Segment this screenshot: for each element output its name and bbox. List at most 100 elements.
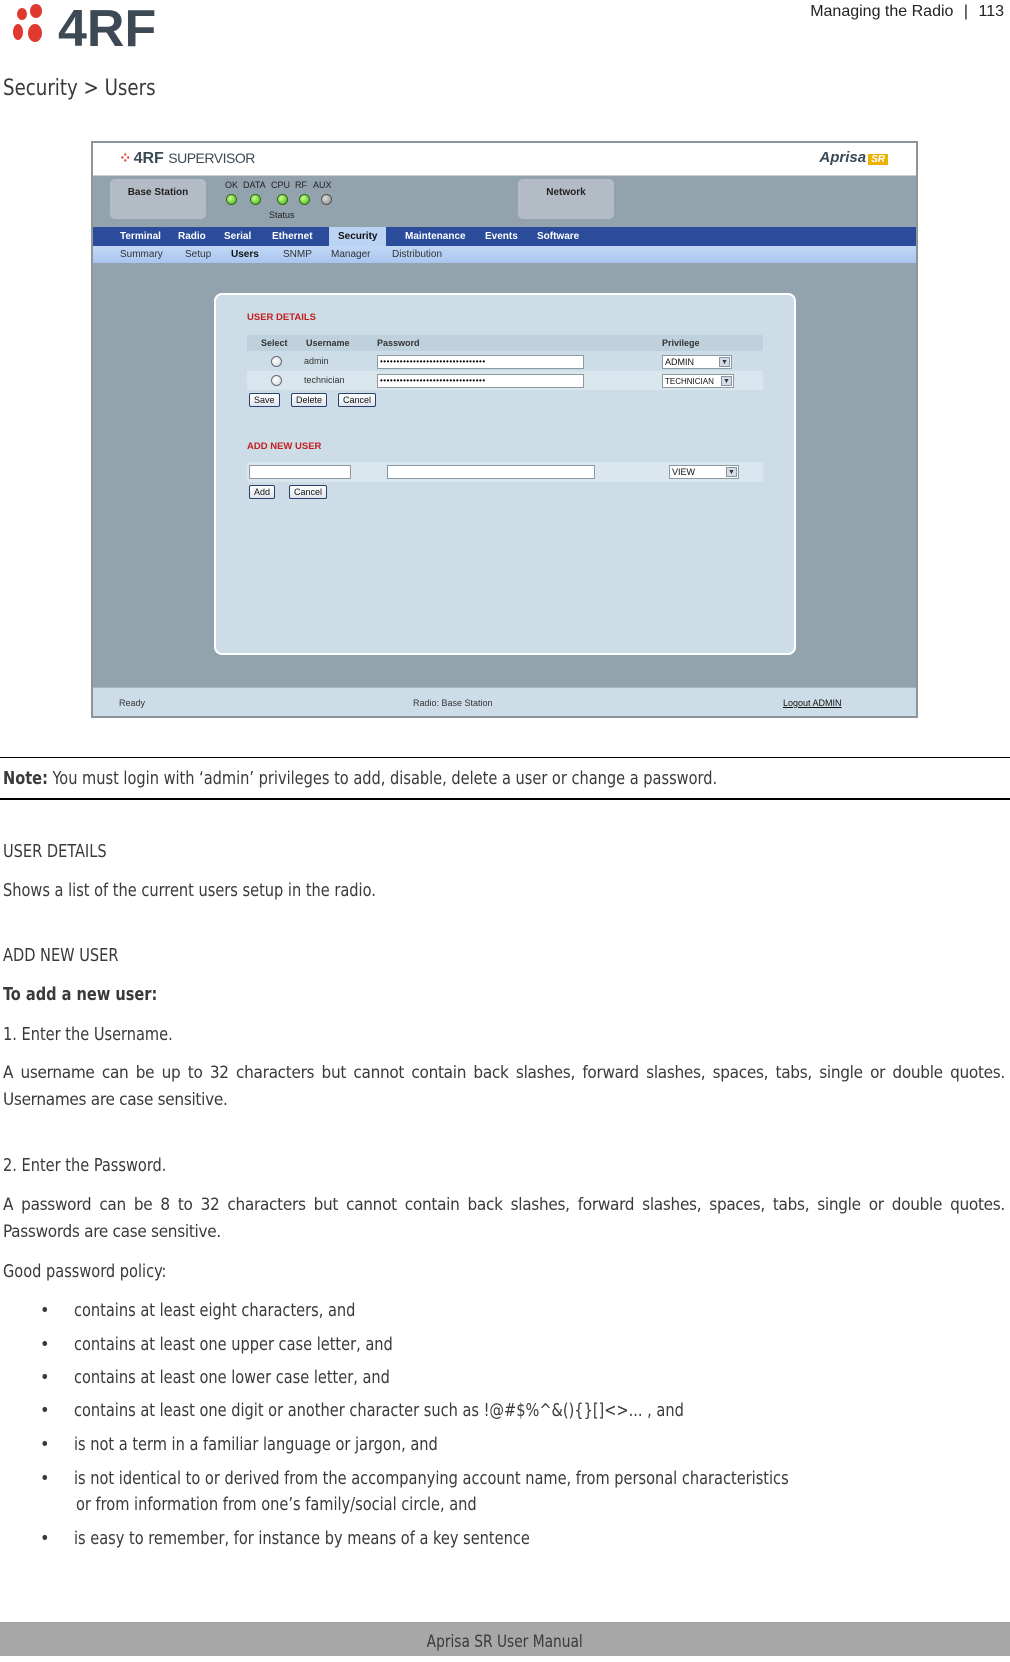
step-1-description: A username can be up to 32 characters bu… bbox=[3, 1063, 1005, 1110]
sr-badge: SR bbox=[868, 154, 888, 165]
user-row: admin •••••••••••••••••••••••••••••••• A… bbox=[247, 352, 763, 371]
tab-software[interactable]: Software bbox=[528, 227, 588, 246]
user-details-description: Shows a list of the current users setup … bbox=[3, 880, 376, 901]
user-details-heading-doc: USER DETAILS bbox=[3, 841, 107, 862]
delete-button[interactable]: Delete bbox=[291, 393, 328, 407]
new-username-input[interactable] bbox=[249, 465, 351, 479]
status-radio: Radio: Base Station bbox=[413, 698, 493, 708]
privilege-select-technician[interactable]: TECHNICIAN ▼ bbox=[662, 374, 734, 388]
led-aux-icon bbox=[321, 194, 332, 205]
bullet-icon: • bbox=[40, 1400, 50, 1421]
subtab-summary[interactable]: Summary bbox=[120, 246, 163, 263]
users-panel: USER DETAILS Select Username Password Pr… bbox=[214, 293, 796, 655]
logout-link[interactable]: Logout ADMIN bbox=[783, 698, 842, 708]
note-label: Note: bbox=[3, 768, 48, 789]
tab-security[interactable]: Security bbox=[329, 227, 387, 246]
tab-maintenance[interactable]: Maintenance bbox=[396, 227, 475, 246]
supervisor-brand: ⁘ 4RF SUPERVISOR bbox=[119, 149, 255, 168]
new-password-input[interactable] bbox=[387, 465, 595, 479]
privilege-value: ADMIN bbox=[665, 357, 694, 367]
section-title: Security > Users bbox=[3, 76, 156, 101]
subtab-snmp[interactable]: SNMP bbox=[283, 246, 312, 263]
add-cancel-button[interactable]: Cancel bbox=[289, 485, 328, 499]
add-button[interactable]: Add bbox=[249, 485, 276, 499]
app-title-bar: ⁘ 4RF SUPERVISOR Aprisa SR bbox=[93, 143, 916, 176]
network-box[interactable]: Network bbox=[518, 179, 614, 219]
note-bottom-rule bbox=[0, 798, 1010, 800]
supervisor-window: ⁘ 4RF SUPERVISOR Aprisa SR Base Station OK… bbox=[91, 141, 918, 718]
username-admin: admin bbox=[304, 356, 329, 366]
header-separator: | bbox=[963, 3, 969, 20]
save-button[interactable]: Save bbox=[249, 393, 280, 407]
new-privilege-select[interactable]: VIEW ▼ bbox=[669, 465, 739, 479]
tab-ethernet[interactable]: Ethernet bbox=[263, 227, 322, 246]
note-top-rule bbox=[0, 757, 1010, 758]
chevron-down-icon[interactable]: ▼ bbox=[719, 357, 730, 367]
main-nav: Terminal Radio Serial Ethernet Security … bbox=[93, 227, 916, 246]
product-name: SUPERVISOR bbox=[168, 150, 255, 166]
step-1: 1. Enter the Username. bbox=[3, 1024, 173, 1045]
privilege-select-admin[interactable]: ADMIN ▼ bbox=[662, 355, 732, 369]
tab-radio[interactable]: Radio bbox=[169, 227, 215, 246]
led-data-icon bbox=[250, 194, 261, 205]
privilege-value: VIEW bbox=[672, 467, 696, 477]
base-station-box[interactable]: Base Station bbox=[110, 179, 206, 219]
tab-serial[interactable]: Serial bbox=[215, 227, 260, 246]
tab-terminal[interactable]: Terminal bbox=[111, 227, 170, 246]
procedure-title: To add a new user: bbox=[3, 984, 158, 1005]
led-rf-icon bbox=[299, 194, 310, 205]
add-new-user-heading-doc: ADD NEW USER bbox=[3, 945, 119, 966]
subtab-manager[interactable]: Manager bbox=[331, 246, 370, 263]
status-label: Status bbox=[269, 210, 295, 220]
aprisa-text: Aprisa bbox=[819, 149, 867, 166]
bullet-icon: • bbox=[40, 1300, 50, 1321]
brand-name: 4RF bbox=[133, 150, 164, 167]
4rf-logo: 4RF bbox=[8, 0, 188, 58]
subtab-setup[interactable]: Setup bbox=[185, 246, 211, 263]
aprisa-logo: Aprisa SR bbox=[819, 149, 888, 166]
bullet-icon: • bbox=[40, 1468, 50, 1489]
led-ok-icon bbox=[226, 194, 237, 205]
subtab-users[interactable]: Users bbox=[231, 246, 259, 263]
select-radio-admin[interactable] bbox=[271, 356, 282, 367]
note: Note: You must login with ‘admin’ privil… bbox=[3, 768, 796, 789]
note-text: You must login with ‘admin’ privileges t… bbox=[47, 768, 718, 789]
page-header: Managing the Radio | 113 bbox=[810, 3, 1004, 21]
bullet-icon: • bbox=[40, 1528, 50, 1549]
4rf-dots-logo-icon: 4RF bbox=[13, 0, 156, 58]
username-technician: technician bbox=[304, 375, 345, 385]
page-number: 113 bbox=[978, 3, 1004, 20]
col-password: Password bbox=[377, 338, 420, 348]
sub-nav: Summary Setup Users SNMP Manager Distrib… bbox=[93, 246, 916, 263]
password-field-admin[interactable]: •••••••••••••••••••••••••••••••• bbox=[377, 355, 584, 369]
add-new-user-heading: ADD NEW USER bbox=[247, 441, 322, 452]
svg-text:4RF: 4RF bbox=[58, 2, 156, 48]
chevron-down-icon[interactable]: ▼ bbox=[721, 376, 732, 386]
step-2: 2. Enter the Password. bbox=[3, 1155, 167, 1176]
password-field-technician[interactable]: •••••••••••••••••••••••••••••••• bbox=[377, 374, 584, 388]
led-label-cpu: CPU bbox=[271, 180, 291, 190]
header-section: Managing the Radio bbox=[810, 3, 954, 20]
led-label-rf: RF bbox=[295, 180, 307, 190]
led-label-data: DATA bbox=[243, 180, 266, 190]
select-radio-technician[interactable] bbox=[271, 375, 282, 386]
subtab-distribution[interactable]: Distribution bbox=[392, 246, 442, 263]
cancel-button[interactable]: Cancel bbox=[338, 393, 377, 407]
led-label-ok: OK bbox=[225, 180, 239, 190]
user-details-heading: USER DETAILS bbox=[247, 312, 316, 323]
tab-events[interactable]: Events bbox=[476, 227, 527, 246]
col-username: Username bbox=[306, 338, 350, 348]
bullet-icon: • bbox=[40, 1367, 50, 1388]
add-user-row: VIEW ▼ bbox=[247, 462, 763, 482]
user-row: technician •••••••••••••••••••••••••••••… bbox=[247, 371, 763, 390]
led-cpu-icon bbox=[277, 194, 288, 205]
policy-title: Good password policy: bbox=[3, 1261, 167, 1282]
chevron-down-icon[interactable]: ▼ bbox=[726, 467, 737, 477]
status-bar: Ready Radio: Base Station Logout ADMIN bbox=[93, 687, 916, 716]
col-privilege: Privilege bbox=[662, 338, 700, 348]
privilege-value: TECHNICIAN bbox=[665, 377, 714, 386]
status-area: Base Station OK DATA CPU RF AUX Status N… bbox=[93, 176, 916, 226]
col-select: Select bbox=[261, 338, 288, 348]
step-2-description: A password can be 8 to 32 characters but… bbox=[3, 1195, 1005, 1242]
led-label-aux: AUX bbox=[313, 180, 332, 190]
